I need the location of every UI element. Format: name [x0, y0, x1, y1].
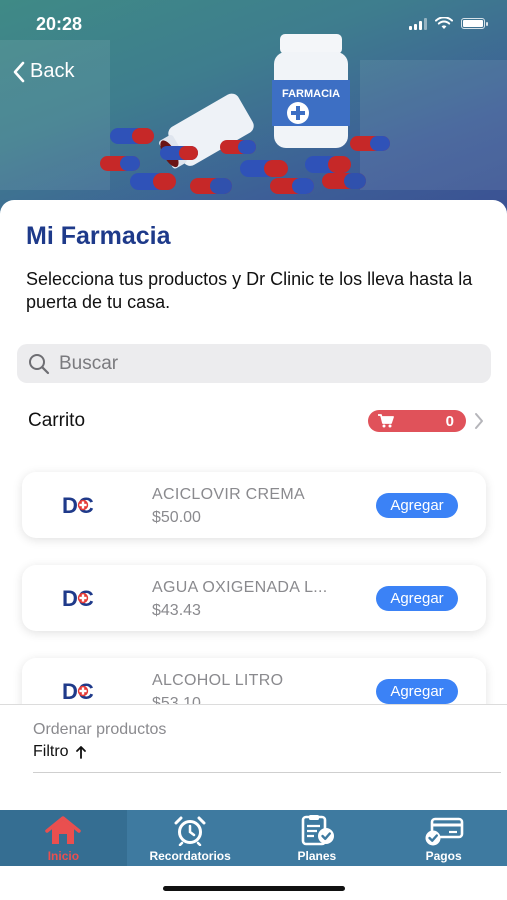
- page-title: Mi Farmacia: [26, 222, 171, 250]
- status-time: 20:28: [36, 14, 83, 34]
- cart-row[interactable]: Carrito 0: [28, 408, 488, 436]
- home-indicator-area: [0, 866, 507, 900]
- cart-label: Carrito: [28, 410, 86, 431]
- product-price: $50.00: [152, 509, 201, 526]
- chevron-right-icon[interactable]: [474, 412, 484, 430]
- divider: [33, 772, 501, 773]
- search-bar[interactable]: [17, 344, 491, 383]
- tab-label: Recordatorios: [149, 849, 231, 863]
- battery-icon: [461, 18, 488, 29]
- search-icon: [29, 353, 50, 374]
- payment-card-icon: [425, 817, 463, 846]
- filter-label: Filtro: [33, 743, 69, 760]
- tab-label: Planes: [297, 849, 337, 863]
- dr-clinic-logo: DC: [62, 494, 94, 516]
- arrow-up-icon: [75, 746, 86, 759]
- wifi-icon: [435, 17, 453, 29]
- back-label: Back: [30, 60, 75, 82]
- sort-panel: Ordenar productos Filtro: [0, 704, 507, 811]
- alarm-clock-icon: [174, 816, 206, 846]
- tab-label: Pagos: [425, 849, 462, 863]
- tab-bar: Inicio Recordatorios Planes Pagos: [0, 810, 507, 866]
- add-to-cart-button[interactable]: Agregar: [376, 493, 458, 518]
- hero-banner: 20:28 Back FARMACIA: [0, 0, 507, 230]
- tab-recordatorios[interactable]: Recordatorios: [127, 810, 254, 866]
- sort-label: Ordenar productos: [33, 721, 167, 738]
- pharmacy-pills-illustration: FARMACIA: [100, 34, 390, 194]
- dr-clinic-logo: DC: [62, 680, 94, 702]
- chevron-left-icon: [13, 61, 25, 82]
- shopping-cart-icon: [378, 414, 394, 428]
- search-input[interactable]: [57, 351, 481, 376]
- home-icon: [45, 816, 82, 844]
- add-to-cart-button[interactable]: Agregar: [376, 679, 458, 704]
- filter-button[interactable]: Filtro: [33, 743, 87, 761]
- product-name: AGUA OXIGENADA L...: [152, 579, 328, 596]
- clipboard-check-icon: [301, 815, 334, 846]
- cart-badge[interactable]: 0: [368, 410, 466, 432]
- back-button[interactable]: Back: [12, 60, 74, 83]
- cart-count: 0: [445, 412, 454, 430]
- product-name: ACICLOVIR CREMA: [152, 486, 305, 503]
- tab-label: Inicio: [47, 849, 80, 863]
- home-indicator[interactable]: [163, 886, 345, 891]
- tab-pagos[interactable]: Pagos: [380, 810, 507, 866]
- dr-clinic-logo: DC: [62, 587, 94, 609]
- tab-planes[interactable]: Planes: [254, 810, 381, 866]
- product-name: ALCOHOL LITRO: [152, 672, 284, 689]
- product-card[interactable]: DC AGUA OXIGENADA L... $43.43 Agregar: [22, 565, 486, 631]
- bottle-label: FARMACIA: [282, 88, 340, 100]
- product-card[interactable]: DC ACICLOVIR CREMA $50.00 Agregar: [22, 472, 486, 538]
- page-subtitle: Selecciona tus productos y Dr Clinic te …: [26, 269, 473, 312]
- signal-icon: [409, 17, 427, 30]
- tab-inicio[interactable]: Inicio: [0, 810, 127, 866]
- product-price: $43.43: [152, 602, 201, 619]
- status-icons: [409, 17, 488, 30]
- add-to-cart-button[interactable]: Agregar: [376, 586, 458, 611]
